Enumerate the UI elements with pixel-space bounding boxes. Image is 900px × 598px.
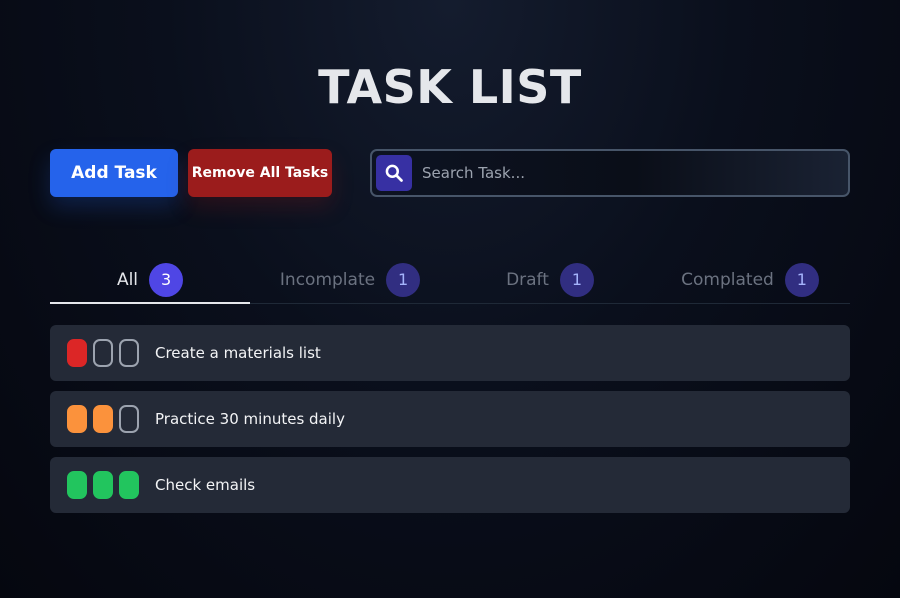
priority-toggle-group: [67, 339, 139, 367]
add-task-button[interactable]: Add Task: [50, 149, 178, 197]
search-input[interactable]: [412, 151, 848, 195]
task-item[interactable]: Create a materials list: [50, 325, 850, 381]
search-icon: [385, 164, 403, 182]
tab-all[interactable]: All 3: [50, 258, 250, 304]
priority-pill-2[interactable]: [93, 471, 113, 499]
task-text: Practice 30 minutes daily: [155, 410, 345, 428]
priority-toggle-group: [67, 405, 139, 433]
count-badge: 3: [149, 262, 184, 297]
task-list: Create a materials list Practice 30 minu…: [50, 325, 850, 523]
search-button[interactable]: [376, 155, 412, 191]
task-text: Create a materials list: [155, 344, 321, 362]
tab-incomplete[interactable]: Incomplate 1: [250, 258, 450, 303]
priority-pill-1[interactable]: [67, 471, 87, 499]
priority-pill-2[interactable]: [93, 405, 113, 433]
tab-label: Complated: [681, 269, 774, 290]
priority-pill-3[interactable]: [119, 471, 139, 499]
task-item[interactable]: Practice 30 minutes daily: [50, 391, 850, 447]
remove-all-tasks-button[interactable]: Remove All Tasks: [188, 149, 332, 197]
priority-pill-3[interactable]: [119, 405, 139, 433]
count-badge: 1: [784, 262, 819, 297]
search-bar: [370, 149, 850, 197]
tab-label: Draft: [506, 269, 549, 290]
count-badge: 1: [559, 262, 594, 297]
priority-toggle-group: [67, 471, 139, 499]
priority-pill-1[interactable]: [67, 405, 87, 433]
priority-pill-3[interactable]: [119, 339, 139, 367]
tab-label: Incomplate: [279, 269, 376, 290]
task-item[interactable]: Check emails: [50, 457, 850, 513]
page-title: TASK LIST: [318, 60, 582, 114]
priority-pill-1[interactable]: [67, 339, 87, 367]
task-app: TASK LIST Add Task Remove All Tasks All …: [0, 0, 900, 598]
tab-completed[interactable]: Complated 1: [650, 258, 850, 303]
tab-draft[interactable]: Draft 1: [450, 258, 650, 303]
task-text: Check emails: [155, 476, 256, 494]
priority-pill-2[interactable]: [93, 339, 113, 367]
count-badge: 1: [386, 262, 421, 297]
tab-label: All: [116, 269, 139, 290]
filter-tabs: All 3 Incomplate 1 Draft 1 Complated 1: [50, 258, 850, 304]
